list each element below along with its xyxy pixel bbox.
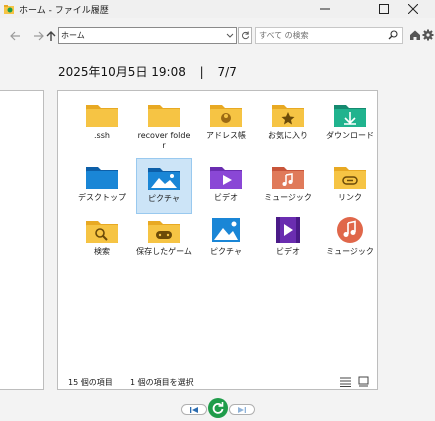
desktop-folder-icon [86,167,118,189]
file-item[interactable]: recover folder [136,99,192,151]
saved-games-folder-icon [148,221,180,243]
backup-timestamp: 2025年10月5日 19:08 | 7/7 [58,63,237,80]
maximize-icon [379,4,389,14]
file-item[interactable]: ピクチャ [198,215,254,257]
file-item-label: ピクチャ [148,194,180,203]
selected-count: 1 個の項目を選択 [130,378,194,387]
file-item-label: 検索 [94,247,110,256]
back-button[interactable] [8,29,22,43]
pictures-library-icon [212,218,240,242]
file-item-label: デスクトップ [78,193,126,202]
previous-version-button[interactable] [181,404,207,415]
playback-controls [181,398,255,418]
file-item-label: 保存したゲーム [136,247,192,256]
large-icons-view-icon[interactable] [358,376,369,387]
file-item-label: ピクチャ [210,247,242,256]
file-item[interactable]: アドレス帳 [198,99,254,141]
file-item-label: .ssh [94,131,110,140]
file-item[interactable]: .ssh [74,99,130,141]
separator: | [199,65,204,79]
file-item-label: リンク [338,193,362,202]
item-count: 15 個の項目 [68,378,113,387]
file-item[interactable]: デスクトップ [74,161,130,203]
title-bar: ホーム - ファイル履歴 [0,0,435,18]
file-item-label: アドレス帳 [206,131,246,140]
file-item[interactable]: ピクチャ [136,158,192,214]
videos-library-icon [276,217,300,243]
minimize-icon [320,8,330,10]
music-library-icon [337,217,363,243]
refresh-icon [241,31,249,40]
restore-button[interactable] [208,398,228,418]
version-index: 7/7 [217,65,237,79]
file-item-label: ダウンロード [326,131,374,140]
address-bar[interactable]: ホーム [58,27,237,44]
next-version-button[interactable] [229,404,255,415]
arrow-up-icon [46,31,56,41]
current-version-pane: .ssh recover folder アドレス帳 お気に入り ダウンロードデスクトップ… [57,90,378,390]
searches-folder-icon [86,221,118,243]
file-item[interactable]: お気に入り [260,99,316,141]
home-icon[interactable] [409,29,421,41]
gear-icon[interactable] [422,29,434,41]
downloads-folder-icon [334,105,366,127]
restore-icon [212,402,224,414]
details-view-icon[interactable] [340,376,351,387]
file-item-label: ビデオ [214,193,238,202]
close-icon [408,4,418,14]
forward-button[interactable] [32,29,46,43]
skip-back-icon [190,406,198,413]
file-item-label: recover folder [137,131,191,150]
minimize-button[interactable] [303,0,347,18]
file-item[interactable]: ビデオ [260,215,316,257]
favorites-folder-icon [272,105,304,127]
window-title: ホーム - ファイル履歴 [19,6,109,16]
search-input[interactable]: すべて の検索 [255,27,403,44]
music-folder-icon [272,167,304,189]
arrow-left-icon [10,31,20,41]
videos-folder-icon [210,167,242,189]
file-item-label: ビデオ [276,247,300,256]
file-item[interactable]: 検索 [74,215,130,257]
links-folder-icon [334,167,366,189]
pictures-folder-icon [148,168,180,190]
backup-datetime: 2025年10月5日 19:08 [58,65,186,79]
refresh-button[interactable] [238,27,252,44]
address-path: ホーム [61,31,85,40]
file-item[interactable]: ミュージック [322,215,378,257]
arrow-right-icon [34,31,44,41]
file-item[interactable]: リンク [322,161,378,203]
file-item[interactable]: ビデオ [198,161,254,203]
file-item[interactable]: 保存したゲーム [136,215,192,257]
search-icon[interactable] [388,30,398,40]
up-button[interactable] [45,29,57,43]
file-item[interactable]: ミュージック [260,161,316,203]
folder-icon [86,105,118,127]
file-item-label: ミュージック [264,193,312,202]
folder-icon [148,105,180,127]
file-item[interactable]: ダウンロード [322,99,378,141]
chevron-down-icon[interactable] [225,30,235,40]
file-history-app-icon [4,5,14,14]
contacts-folder-icon [210,105,242,127]
previous-version-pane[interactable] [0,90,44,390]
close-button[interactable] [391,0,435,18]
file-item-label: ミュージック [326,247,374,256]
file-item-label: お気に入り [268,131,308,140]
skip-forward-icon [238,406,246,413]
search-placeholder: すべて の検索 [259,31,309,40]
